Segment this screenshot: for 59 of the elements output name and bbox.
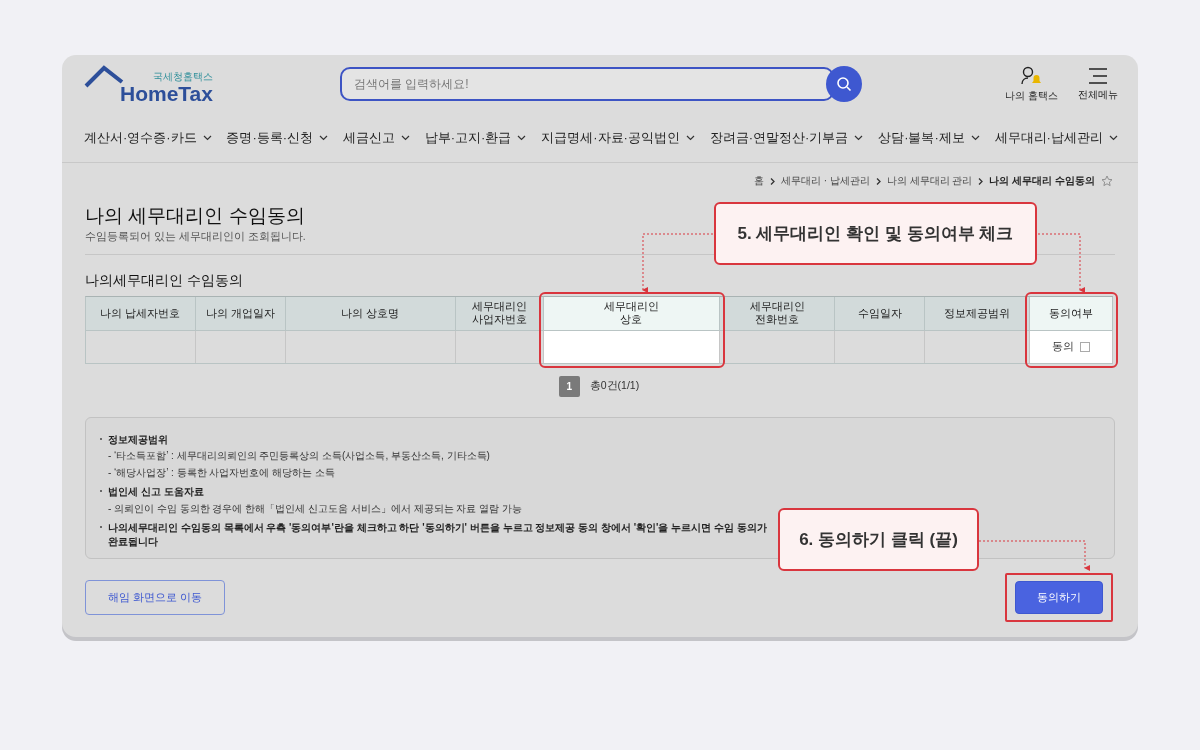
- search-icon: [836, 76, 852, 92]
- chevron-right-icon: [978, 177, 984, 185]
- breadcrumb-link[interactable]: 세무대리 · 납세관리: [781, 174, 870, 188]
- chevron-right-icon: [875, 177, 881, 185]
- chevron-down-icon: [1108, 134, 1118, 141]
- checkbox[interactable]: [1080, 341, 1090, 352]
- chevron-down-icon: [685, 134, 695, 141]
- nav-menu-item[interactable]: 지급명세·자료·공익법인: [541, 128, 695, 147]
- callout-label: 5. 세무대리인 확인 및 동의여부 체크: [714, 202, 1037, 265]
- notice-item: - 의뢰인이 수임 동의한 경우에 한해「법인세 신고도움 서비스」에서 제공되는 자료 열람 가능: [107, 501, 523, 516]
- page-subtitle: 수임등록되어 있는 세무대리인이 조회됩니다.: [85, 229, 306, 244]
- nav-menu-item[interactable]: 증명·등록·신청: [226, 128, 329, 147]
- nav-menu-item[interactable]: 상담·불복·제보: [878, 128, 980, 147]
- nav-menu-item[interactable]: 세금신고: [342, 128, 410, 147]
- chevron-down-icon: [854, 134, 864, 141]
- nav-menu-item[interactable]: 계산서·영수증·카드: [84, 128, 212, 147]
- chevron-down-icon: [319, 134, 329, 141]
- header-link[interactable]: 나의 홈택스: [1005, 65, 1058, 103]
- column-header: 정보제공범위: [925, 296, 1031, 331]
- result-count: 총0건(1/1): [589, 379, 640, 394]
- house-logo-icon: [84, 64, 124, 88]
- notice-heading: 정보제공범위: [108, 432, 168, 447]
- notice-item: - ‘해당사업장’ : 등록한 사업자번호에 해당하는 소득: [107, 465, 336, 480]
- nav-menu-item[interactable]: 장려금·연말정산·기부금: [709, 128, 864, 147]
- logo-wordmark: HomeTax: [120, 83, 213, 104]
- column-header: 세무대리인 상호: [543, 296, 721, 331]
- nav-menu-item[interactable]: 납부·고지·환급: [424, 128, 527, 147]
- chevron-right-icon: [770, 177, 775, 185]
- page-button[interactable]: 1: [558, 375, 580, 397]
- column-header: 세무대리인 사업자번호: [455, 296, 544, 331]
- column-header: 나의 납세자번호: [86, 296, 196, 331]
- page-title: 나의 세무대리인 수임동의: [85, 205, 305, 228]
- chevron-down-icon: [970, 134, 980, 141]
- column-header: 나의 개업일자: [195, 296, 286, 331]
- menu-icon: [1088, 66, 1108, 85]
- chevron-down-icon: [517, 134, 527, 141]
- column-header: 세무대리인 전화번호: [720, 296, 836, 331]
- column-header: 수임일자: [835, 296, 926, 331]
- agree-button[interactable]: 동의하기: [1015, 581, 1103, 615]
- notice-heading: 법인세 신고 도움자료: [108, 485, 204, 499]
- section-title: 나의세무대리인 수임동의: [85, 271, 243, 290]
- search-field[interactable]: 검색어를 입력하세요!: [340, 67, 834, 101]
- chevron-down-icon: [202, 134, 212, 141]
- callout-label: 6. 동의하기 클릭 (끝): [778, 508, 979, 571]
- notice-item: - ‘타소득포함’ : 세무대리의뢰인의 주민등록상의 소득(사업소득, 부동산소득, 기타소득): [107, 449, 491, 463]
- header-link[interactable]: 전체메뉴: [1078, 66, 1118, 102]
- notice-heading: 나의세무대리인 수임동의 목록에서 우측 '동의여부'란을 체크하고 하단 '동의하기' 버튼을 누르고 정보제공 동의 창에서 '확인'을 누르시면 수임 동의가 완료됩니다: [108, 521, 768, 549]
- nav-menu-item[interactable]: 세무대리·납세관리: [994, 128, 1118, 147]
- breadcrumb-link[interactable]: 나의 세무대리 수임동의: [989, 174, 1095, 188]
- user-bell-icon: [1020, 65, 1043, 86]
- logo-subtitle: 국세청홈택스: [153, 72, 213, 82]
- chevron-down-icon: [400, 134, 410, 141]
- consent-label: 동의: [1052, 339, 1074, 354]
- column-header: 나의 상호명: [285, 296, 456, 331]
- column-header: 동의여부: [1030, 296, 1113, 331]
- breadcrumb-link[interactable]: 홈: [754, 174, 764, 188]
- star-icon[interactable]: [1101, 175, 1113, 187]
- dismiss-screen-button[interactable]: 해임 화면으로 이동: [85, 580, 226, 616]
- breadcrumb-link[interactable]: 나의 세무대리 관리: [886, 174, 973, 188]
